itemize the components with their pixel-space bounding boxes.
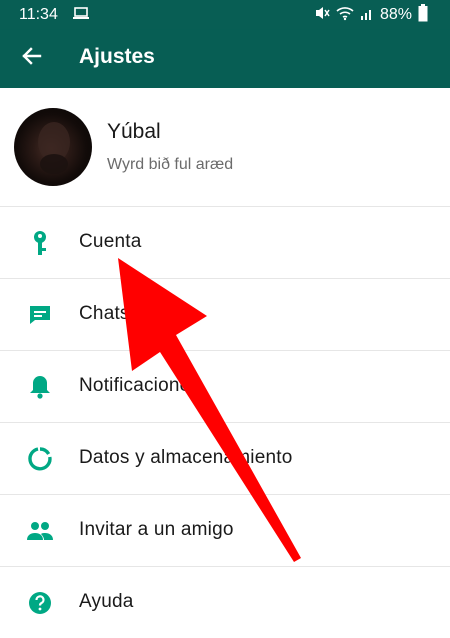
- menu-item-notifications[interactable]: Notificaciones: [0, 351, 450, 423]
- arrow-back-icon: [20, 45, 42, 72]
- menu-item-label: Invitar a un amigo: [79, 519, 234, 540]
- menu-item-data-storage[interactable]: Datos y almacenamiento: [0, 423, 450, 495]
- menu-item-label: Cuenta: [79, 231, 142, 252]
- menu-item-label: Chats: [79, 303, 130, 324]
- profile-name: Yúbal: [107, 120, 161, 143]
- laptop-icon: [72, 6, 90, 22]
- profile-card[interactable]: Yúbal Wyrd bið ful aræd: [0, 88, 450, 207]
- help-icon: [26, 589, 54, 617]
- signal-icon: [360, 5, 374, 26]
- status-time: 11:34: [19, 6, 58, 23]
- avatar[interactable]: [14, 108, 92, 186]
- battery-percentage: 88%: [379, 6, 412, 23]
- menu-item-label: Ayuda: [79, 591, 134, 612]
- key-icon: [26, 229, 54, 257]
- menu-item-label: Notificaciones: [79, 375, 201, 396]
- settings-menu: Cuenta Chats Notificaciones Datos y alma…: [0, 207, 450, 638]
- bell-icon: [26, 373, 54, 401]
- status-bar: 11:34 88%: [0, 0, 450, 29]
- menu-item-help[interactable]: Ayuda: [0, 567, 450, 638]
- back-button[interactable]: [16, 43, 46, 73]
- wifi-icon: [336, 5, 354, 26]
- page-title: Ajustes: [79, 45, 155, 68]
- menu-item-label: Datos y almacenamiento: [79, 447, 293, 468]
- menu-item-account[interactable]: Cuenta: [0, 207, 450, 279]
- data-usage-icon: [26, 445, 54, 473]
- app-bar: Ajustes: [0, 29, 450, 88]
- menu-item-invite-friend[interactable]: Invitar a un amigo: [0, 495, 450, 567]
- status-icons: 88%: [314, 3, 428, 27]
- profile-status: Wyrd bið ful aræd: [107, 156, 234, 173]
- people-icon: [26, 517, 54, 545]
- mute-icon: [314, 5, 330, 26]
- menu-item-chats[interactable]: Chats: [0, 279, 450, 351]
- battery-icon: [418, 3, 428, 27]
- chat-icon: [26, 301, 54, 329]
